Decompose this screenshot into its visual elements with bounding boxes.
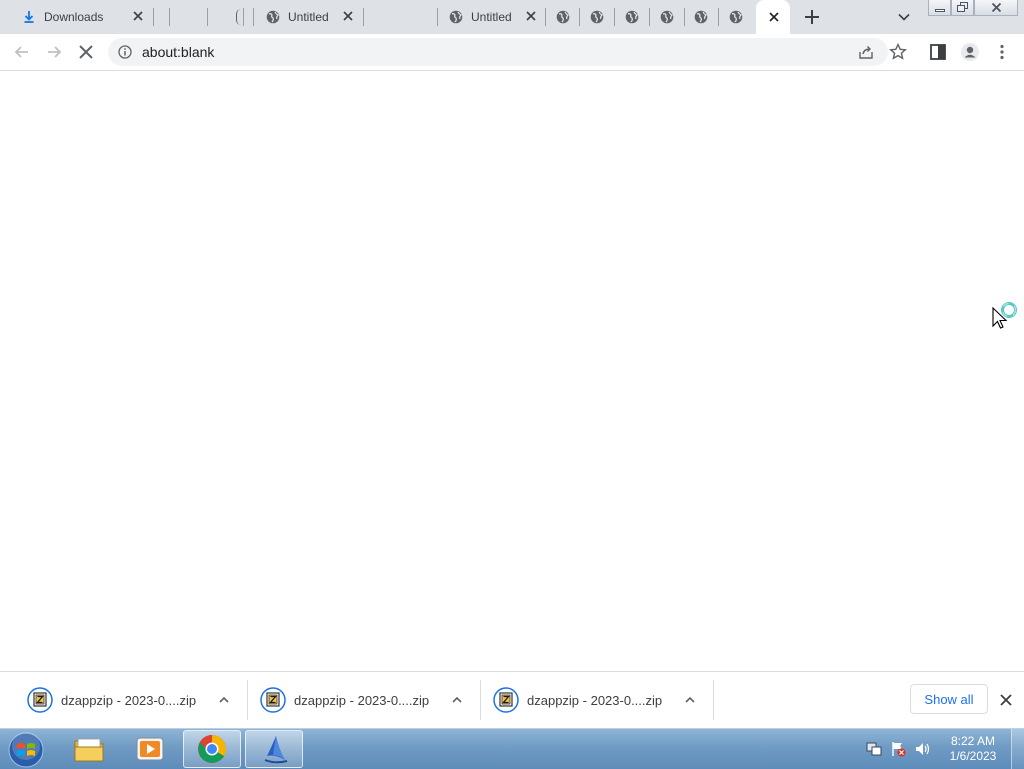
tab-collapsed[interactable]: [170, 0, 208, 34]
media-player-icon: [136, 737, 164, 761]
tab-search-chevron-icon[interactable]: [896, 9, 912, 25]
stop-loading-icon[interactable]: [76, 42, 96, 62]
globe-icon: [590, 10, 604, 24]
kebab-menu-icon[interactable]: [992, 42, 1012, 62]
tab-untitled-pinned[interactable]: [719, 0, 754, 34]
tab-untitled-pinned[interactable]: [546, 0, 580, 34]
tab-collapsed[interactable]: [154, 0, 170, 34]
clock-time: 8:22 AM: [950, 734, 996, 748]
tab-title: Downloads: [44, 10, 104, 24]
zip-file-icon: [27, 687, 53, 713]
chrome-icon: [198, 735, 226, 763]
tab-untitled-pinned[interactable]: [650, 0, 685, 34]
windows-taskbar: 8:22 AM 1/6/2023: [0, 728, 1024, 769]
new-tab-icon[interactable]: [802, 7, 822, 27]
app-sail-icon: [264, 736, 288, 764]
share-icon[interactable]: [858, 44, 874, 60]
show-desktop-button[interactable]: [1011, 729, 1024, 769]
download-item[interactable]: dzappzip - 2023-0....zip: [15, 680, 248, 720]
page-content[interactable]: [0, 71, 1024, 671]
zip-file-icon: [493, 687, 519, 713]
tab-collapsed[interactable]: [364, 0, 438, 34]
tab-untitled[interactable]: Untitled: [438, 0, 546, 34]
globe-icon: [449, 10, 463, 24]
side-panel-icon[interactable]: [928, 42, 948, 62]
volume-icon[interactable]: [914, 741, 932, 757]
chevron-up-icon[interactable]: [218, 694, 230, 706]
download-item[interactable]: dzappzip - 2023-0....zip: [248, 680, 481, 720]
restore-button[interactable]: [951, 0, 974, 16]
star-icon[interactable]: [888, 42, 908, 62]
close-download-shelf-icon[interactable]: [999, 693, 1013, 707]
clock-date: 1/6/2023: [949, 749, 997, 763]
forward-arrow-icon[interactable]: [44, 42, 64, 62]
close-tab-icon[interactable]: [768, 11, 780, 23]
globe-icon: [266, 10, 280, 24]
network-icon[interactable]: [866, 741, 882, 757]
tab-strip: Downloads Untitled Untitled: [0, 0, 1024, 34]
back-arrow-icon[interactable]: [12, 42, 32, 62]
close-tab-icon[interactable]: [132, 10, 144, 22]
tab-title: Untitled: [288, 10, 329, 24]
download-filename: dzappzip - 2023-0....zip: [527, 693, 663, 708]
taskbar-file-explorer[interactable]: [60, 730, 118, 768]
minimize-button[interactable]: [928, 0, 951, 16]
info-icon[interactable]: [118, 45, 132, 59]
globe-icon: [729, 10, 743, 24]
taskbar-app[interactable]: [245, 730, 303, 768]
address-bar[interactable]: about:blank: [108, 38, 888, 66]
download-icon: [24, 11, 34, 23]
start-button[interactable]: [0, 730, 54, 768]
mouse-cursor-icon: [992, 302, 1017, 329]
system-clock[interactable]: 8:22 AM 1/6/2023: [942, 734, 1004, 764]
globe-icon: [660, 10, 674, 24]
chevron-up-icon[interactable]: [451, 694, 463, 706]
tab-downloads[interactable]: Downloads: [8, 0, 154, 34]
windows-start-icon: [8, 732, 44, 768]
tab-untitled-pinned[interactable]: [685, 0, 719, 34]
browser-toolbar: about:blank: [0, 34, 1024, 71]
tab-collapsed[interactable]: [208, 0, 254, 34]
profile-icon[interactable]: [960, 42, 980, 62]
close-icon: [991, 2, 1002, 13]
tab-active[interactable]: [756, 0, 790, 34]
close-tab-icon[interactable]: [525, 10, 537, 22]
window-close-button[interactable]: [974, 0, 1018, 16]
globe-icon: [556, 10, 570, 24]
close-tab-icon[interactable]: [342, 10, 354, 22]
chevron-up-icon[interactable]: [684, 694, 696, 706]
taskbar-media-player[interactable]: [122, 730, 180, 768]
show-all-downloads-button[interactable]: Show all: [910, 684, 988, 714]
download-filename: dzappzip - 2023-0....zip: [61, 693, 197, 708]
globe-icon: [625, 10, 639, 24]
download-item[interactable]: dzappzip - 2023-0....zip: [481, 680, 714, 720]
zip-file-icon: [260, 687, 286, 713]
tab-untitled-pinned[interactable]: [580, 0, 615, 34]
tab-title: Untitled: [471, 10, 512, 24]
download-filename: dzappzip - 2023-0....zip: [294, 693, 430, 708]
tab-untitled[interactable]: Untitled: [254, 0, 364, 34]
action-center-icon[interactable]: [890, 741, 906, 757]
globe-icon: [694, 10, 708, 24]
file-explorer-icon: [74, 738, 104, 762]
tab-untitled-pinned[interactable]: [615, 0, 650, 34]
taskbar-chrome[interactable]: [183, 730, 241, 768]
url-text[interactable]: about:blank: [142, 44, 214, 60]
download-shelf: dzappzip - 2023-0....zip dzappzip - 2023…: [0, 671, 1024, 729]
